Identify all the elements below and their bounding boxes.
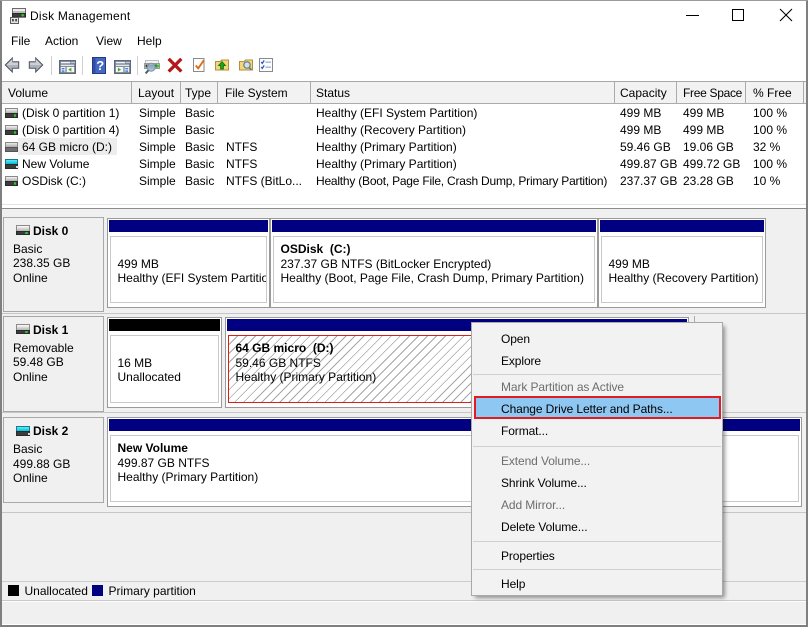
svg-text:?: ?	[96, 58, 104, 73]
